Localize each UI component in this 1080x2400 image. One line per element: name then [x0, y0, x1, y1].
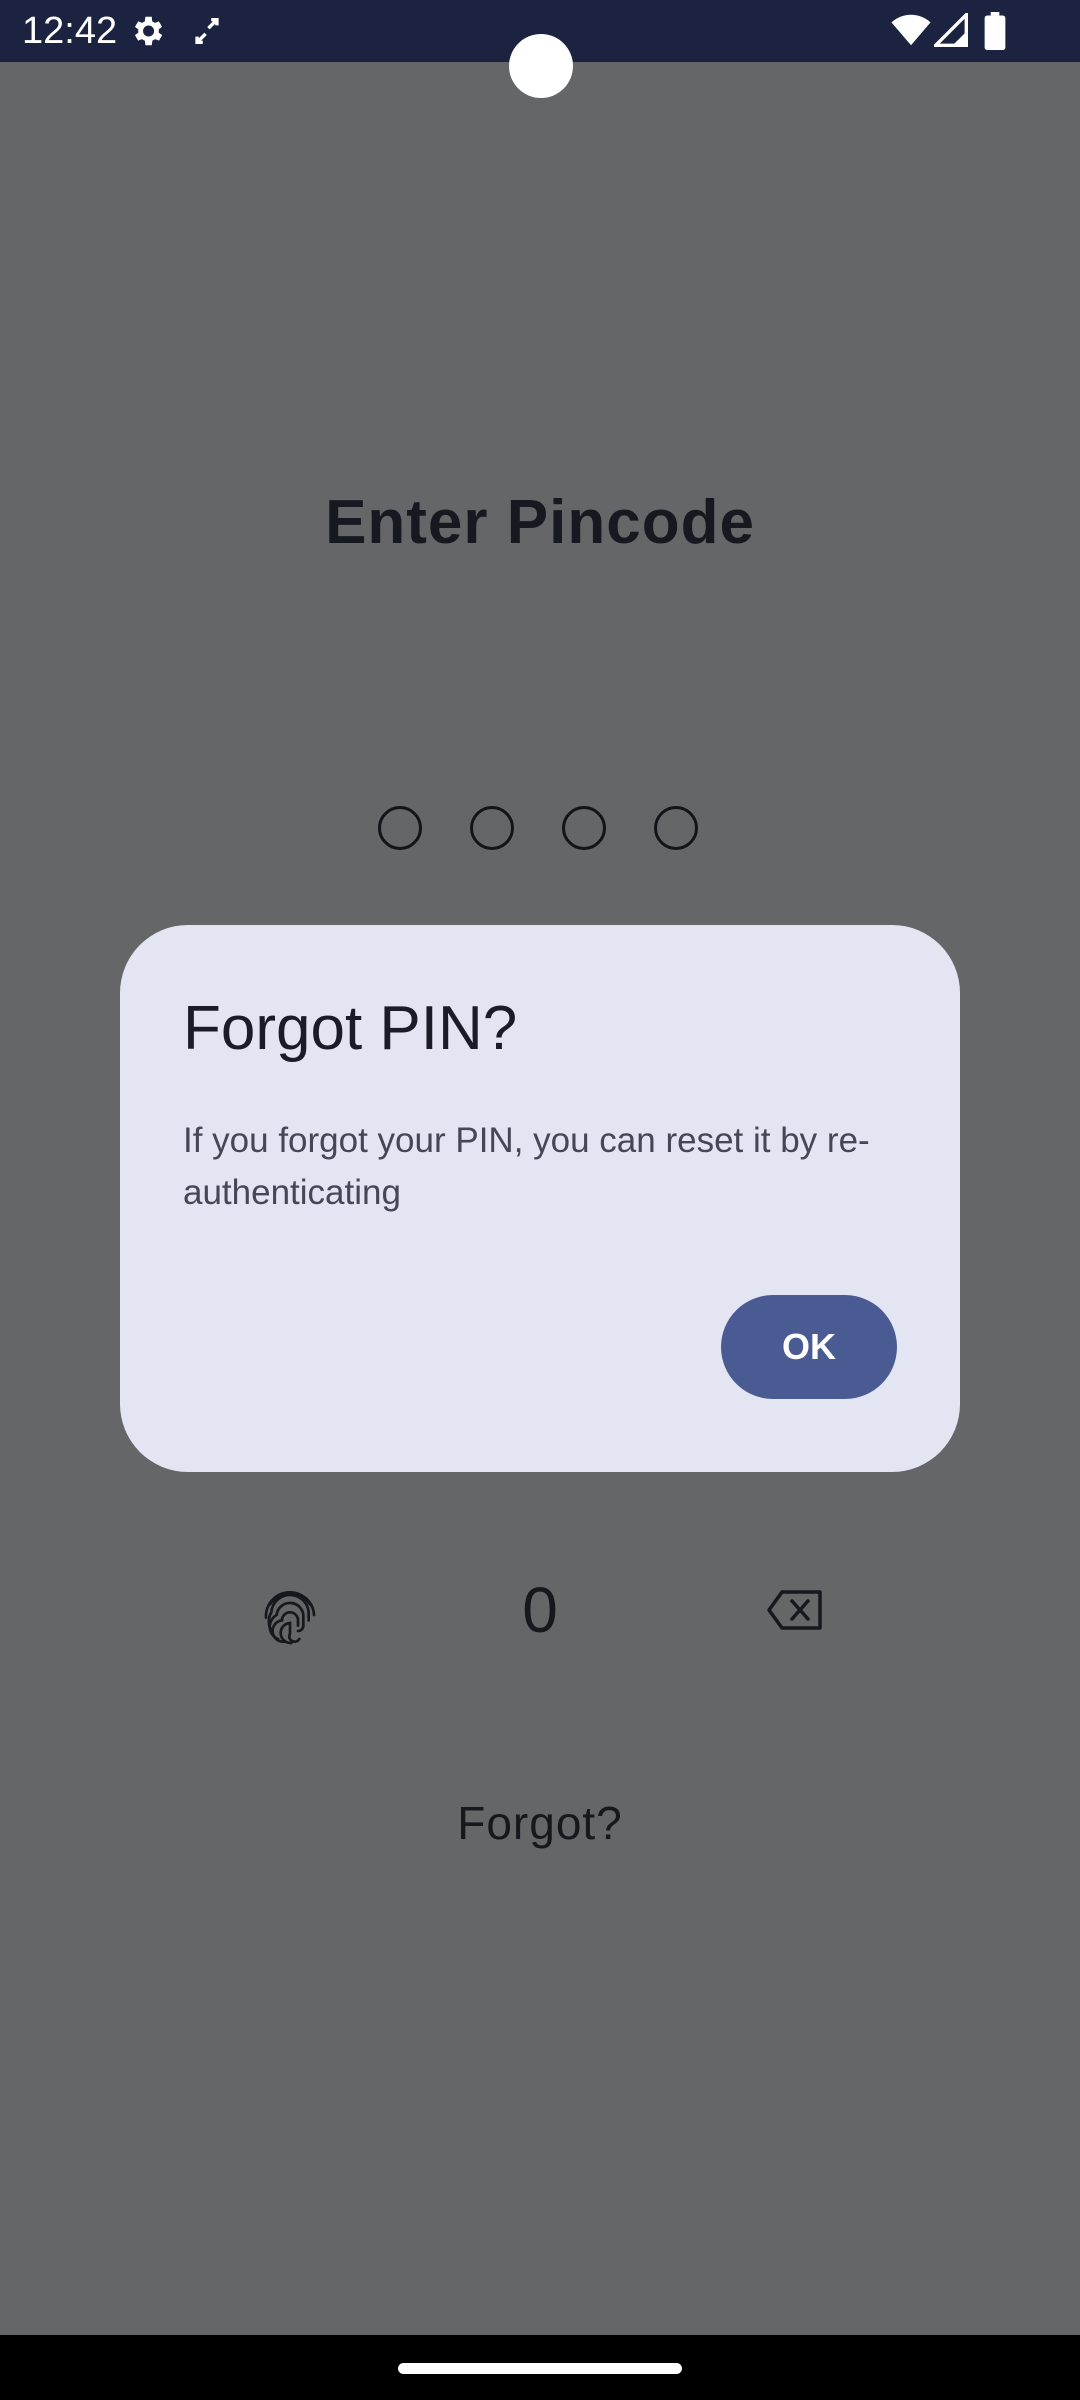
- pin-dot: [378, 806, 422, 850]
- cell-signal-icon: [934, 13, 968, 47]
- ok-button[interactable]: OK: [721, 1295, 897, 1399]
- settings-icon: [134, 16, 163, 46]
- screen-rotate-icon: [195, 17, 219, 45]
- keypad-key-0[interactable]: 0: [480, 1565, 600, 1655]
- fingerprint-icon: [264, 1590, 316, 1645]
- keypad-bottom-row: 0: [0, 1565, 1080, 1655]
- pin-dot: [470, 806, 514, 850]
- backspace-icon: [767, 1590, 822, 1630]
- home-handle[interactable]: [398, 2363, 682, 2374]
- page-title: Enter Pincode: [325, 488, 755, 557]
- fingerprint-button[interactable]: [250, 1575, 330, 1655]
- dialog-title: Forgot PIN?: [183, 994, 518, 1063]
- backspace-button[interactable]: [755, 1580, 835, 1640]
- camera-cutout: [509, 34, 573, 98]
- wifi-icon: [891, 14, 931, 46]
- pin-dot: [562, 806, 606, 850]
- status-time: 12:42: [22, 10, 118, 52]
- dialog-message: If you forgot your PIN, you can reset it…: [183, 1121, 870, 1212]
- pin-dot: [654, 806, 698, 850]
- pin-indicator: [378, 806, 702, 850]
- battery-icon: [984, 12, 1006, 50]
- forgot-link[interactable]: Forgot?: [0, 1796, 1080, 1850]
- forgot-pin-dialog: Forgot PIN? If you forgot your PIN, you …: [120, 925, 960, 1472]
- screen: 12:42 Enter Pincode 0 Forgot? Forgot PIN…: [0, 0, 1080, 2400]
